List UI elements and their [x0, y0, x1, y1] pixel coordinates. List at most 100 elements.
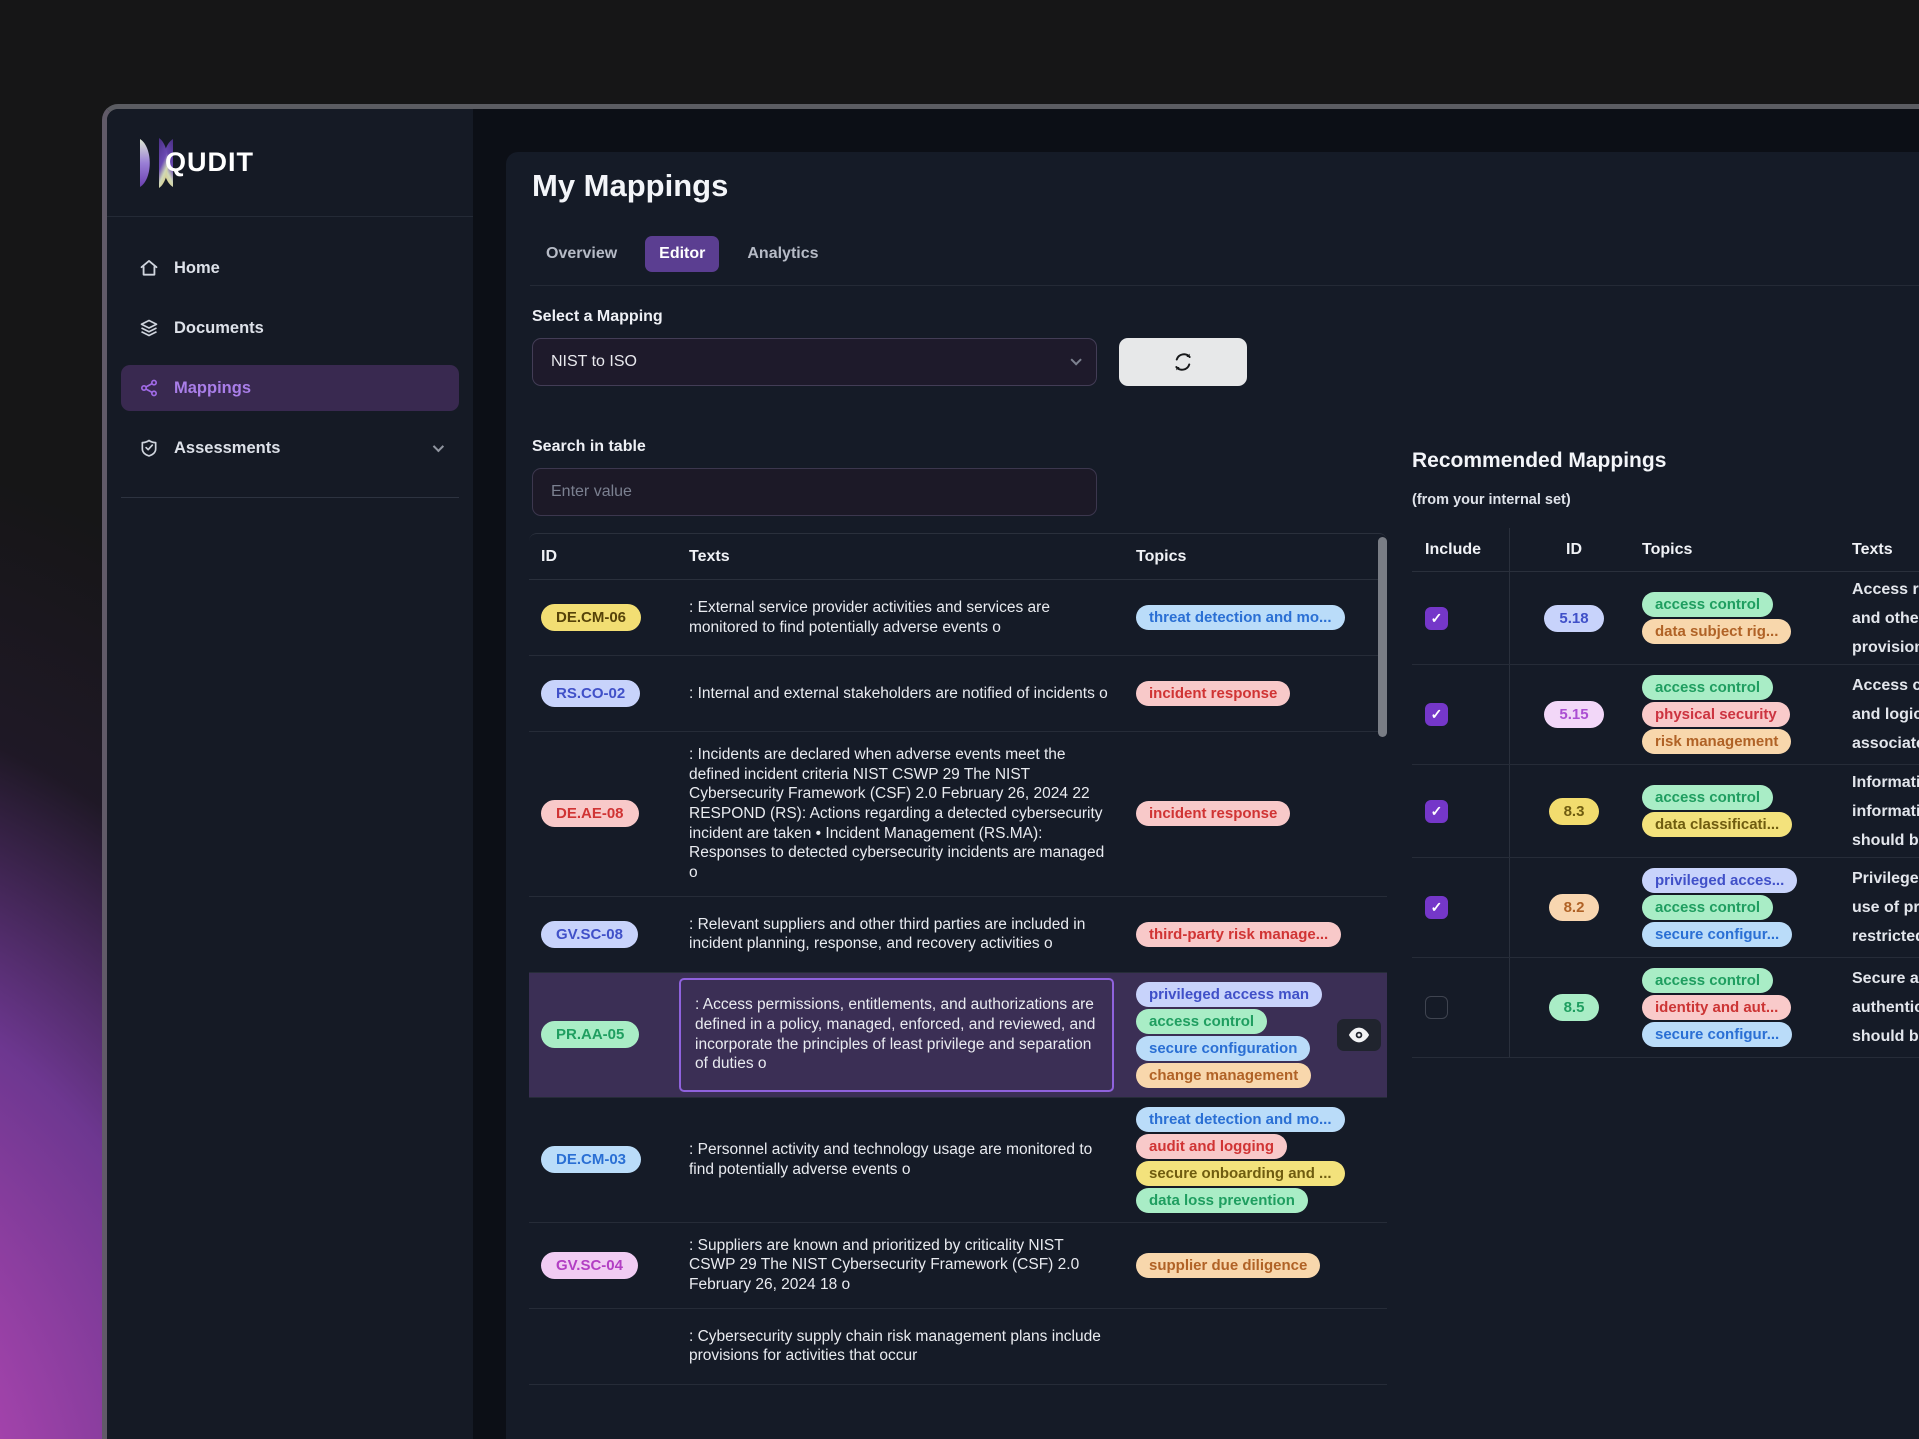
- recommended-id-badge: 8.5: [1549, 994, 1600, 1021]
- recommended-id-badge: 8.2: [1549, 894, 1600, 921]
- sidebar-item-mappings[interactable]: Mappings: [121, 365, 459, 411]
- topic-badge: secure onboarding and ...: [1136, 1161, 1345, 1186]
- table-row[interactable]: GV.SC-08 : Relevant suppliers and other …: [529, 897, 1387, 973]
- col-header-texts: Texts: [677, 548, 1124, 566]
- preview-eye-button[interactable]: [1337, 1019, 1381, 1051]
- table-row[interactable]: PR.AA-05 : Access permissions, entitleme…: [529, 973, 1387, 1098]
- row-text-cell: : Access permissions, entitlements, and …: [677, 973, 1124, 1097]
- row-topics-cell: privileged access manaccess controlsecur…: [1124, 973, 1387, 1097]
- recommended-text-line: Access co: [1852, 671, 1919, 700]
- share-icon: [139, 378, 159, 398]
- row-topics-cell: [1124, 1337, 1387, 1355]
- table-row[interactable]: GV.SC-04 : Suppliers are known and prior…: [529, 1223, 1387, 1309]
- row-id-cell: DE.AE-08: [529, 800, 677, 827]
- col-header-rec-id: ID: [1510, 541, 1638, 559]
- chevron-down-icon: [1070, 354, 1081, 365]
- topic-badge: threat detection and mo...: [1136, 605, 1345, 630]
- main-area: My Mappings Overview Editor Analytics Se…: [473, 109, 1919, 1439]
- sidebar-item-label: Assessments: [174, 439, 280, 458]
- tab-analytics[interactable]: Analytics: [733, 236, 832, 272]
- row-text-cell: : Internal and external stakeholders are…: [677, 671, 1124, 717]
- include-checkbox[interactable]: ✓: [1425, 800, 1448, 823]
- table-row[interactable]: DE.CM-06 : External service provider act…: [529, 580, 1387, 656]
- row-id-cell: GV.SC-04: [529, 1252, 677, 1279]
- tab-overview[interactable]: Overview: [532, 236, 631, 272]
- row-text-cell: : Suppliers are known and prioritized by…: [677, 1223, 1124, 1308]
- sidebar-item-label: Documents: [174, 319, 264, 338]
- tab-editor[interactable]: Editor: [645, 236, 719, 272]
- recommended-text-line: Secure au: [1852, 964, 1919, 993]
- table-scrollbar[interactable]: [1378, 537, 1387, 737]
- recommended-row[interactable]: ✓ 8.3 access controldata classificati...…: [1412, 765, 1919, 858]
- table-row[interactable]: DE.CM-03 : Personnel activity and techno…: [529, 1098, 1387, 1223]
- topic-badge: change management: [1136, 1063, 1311, 1088]
- topic-badge: secure configuration: [1136, 1036, 1310, 1061]
- sidebar-item-assessments[interactable]: Assessments: [121, 425, 459, 471]
- table-row[interactable]: : Cybersecurity supply chain risk manage…: [529, 1309, 1387, 1385]
- topic-badge: access control: [1642, 895, 1773, 920]
- recommended-text-line: Access rig: [1852, 575, 1919, 604]
- topic-badge: privileged acces...: [1642, 868, 1797, 893]
- recommended-text-cell: Informatioinformatioshould be: [1838, 768, 1919, 855]
- recommended-id-cell: 5.18: [1510, 605, 1638, 632]
- table-row[interactable]: DE.AE-08 : Incidents are declared when a…: [529, 732, 1387, 897]
- include-cell: ✓: [1412, 858, 1510, 957]
- recommended-row[interactable]: 8.5 access controlidentity and aut...sec…: [1412, 958, 1919, 1058]
- row-text-cell: : Incidents are declared when adverse ev…: [677, 732, 1124, 896]
- sidebar-item-home[interactable]: Home: [121, 245, 459, 291]
- topic-badge: incident response: [1136, 801, 1290, 826]
- tab-bar: Overview Editor Analytics: [532, 236, 833, 272]
- recommended-text-line: should be: [1852, 826, 1919, 855]
- recommended-id-badge: 5.18: [1544, 605, 1603, 632]
- recommended-text-line: provisione: [1852, 633, 1919, 662]
- recommended-id-badge: 5.15: [1544, 701, 1603, 728]
- topic-badge: data loss prevention: [1136, 1188, 1308, 1213]
- row-topics-cell: threat detection and mo...audit and logg…: [1124, 1098, 1387, 1222]
- recommended-text-line: use of priv: [1852, 893, 1919, 922]
- row-id-badge: GV.SC-08: [541, 921, 638, 948]
- topic-badge: access control: [1642, 675, 1773, 700]
- recommended-row[interactable]: ✓ 5.18 access controldata subject rig...…: [1412, 572, 1919, 665]
- recommended-body: ✓ 5.18 access controldata subject rig...…: [1412, 572, 1919, 1058]
- topic-badge: incident response: [1136, 681, 1290, 706]
- search-input[interactable]: [532, 468, 1097, 516]
- topic-badge: data classificati...: [1642, 812, 1792, 837]
- recommended-subtitle: (from your internal set): [1412, 492, 1571, 508]
- include-checkbox[interactable]: [1425, 996, 1448, 1019]
- sidebar-item-documents[interactable]: Documents: [121, 305, 459, 351]
- recommended-panel: Recommended Mappings (from your internal…: [1412, 449, 1919, 473]
- row-text: : Personnel activity and technology usag…: [689, 1141, 1092, 1178]
- recommended-topics-cell: access controldata classificati...: [1638, 775, 1838, 847]
- table-row[interactable]: RS.CO-02 : Internal and external stakeho…: [529, 656, 1387, 732]
- topic-badge: secure configur...: [1642, 922, 1792, 947]
- refresh-button[interactable]: [1119, 338, 1247, 386]
- recommended-text-line: Informatio: [1852, 768, 1919, 797]
- col-header-topics: Topics: [1124, 548, 1387, 566]
- row-text-cell: : Relevant suppliers and other third par…: [677, 902, 1124, 967]
- row-text-cell: : External service provider activities a…: [677, 585, 1124, 650]
- row-id-cell: RS.CO-02: [529, 680, 677, 707]
- mapping-select-value: NIST to ISO: [551, 353, 637, 371]
- include-cell: ✓: [1412, 572, 1510, 664]
- recommended-title: Recommended Mappings: [1412, 449, 1919, 473]
- mapping-select[interactable]: NIST to ISO: [532, 338, 1097, 386]
- row-id-cell: DE.CM-03: [529, 1146, 677, 1173]
- include-checkbox[interactable]: ✓: [1425, 896, 1448, 919]
- row-id-cell: DE.CM-06: [529, 604, 677, 631]
- include-checkbox[interactable]: ✓: [1425, 703, 1448, 726]
- recommended-text-line: authentica: [1852, 993, 1919, 1022]
- recommended-text-line: restricted: [1852, 922, 1919, 951]
- recommended-row[interactable]: ✓ 5.15 access controlphysical securityri…: [1412, 665, 1919, 765]
- col-header-include: Include: [1412, 528, 1510, 571]
- sidebar-divider: [121, 497, 459, 498]
- recommended-id-cell: 8.5: [1510, 994, 1638, 1021]
- recommended-row[interactable]: ✓ 8.2 privileged acces...access controls…: [1412, 858, 1919, 958]
- recommended-text-cell: Privilegeduse of privrestricted: [1838, 864, 1919, 951]
- recommended-table: Include ID Topics Texts ✓ 5.18 access co…: [1412, 528, 1919, 1058]
- recommended-id-cell: 8.2: [1510, 894, 1638, 921]
- include-checkbox[interactable]: ✓: [1425, 607, 1448, 630]
- row-id-cell: GV.SC-08: [529, 921, 677, 948]
- row-topics-cell: supplier due diligence: [1124, 1244, 1387, 1287]
- row-text: : Access permissions, entitlements, and …: [695, 995, 1098, 1074]
- topic-badge: secure configur...: [1642, 1022, 1792, 1047]
